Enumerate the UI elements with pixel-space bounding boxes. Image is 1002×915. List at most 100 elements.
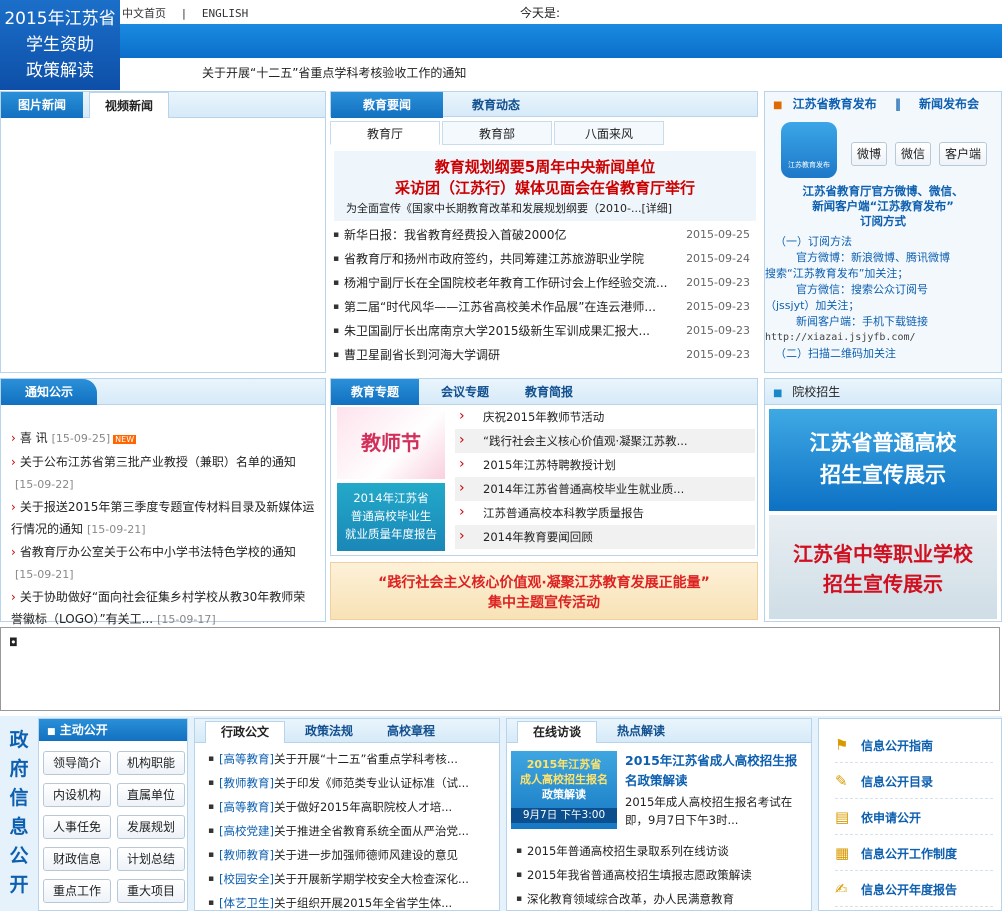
document-item[interactable]: [高等教育]关于做好2015年高职院校人才培... bbox=[205, 795, 499, 819]
document-title[interactable]: 关于印发《师范类专业认证标准（试... bbox=[274, 776, 469, 790]
document-item[interactable]: [高等教育]关于开展“十二五”省重点学科考核... bbox=[205, 747, 499, 771]
notice-item[interactable]: › 喜 讯 [15-09-25] NEW bbox=[9, 427, 317, 451]
document-category[interactable]: [高等教育] bbox=[219, 752, 274, 766]
document-title[interactable]: 关于开展新学期学校安全大检查深化... bbox=[274, 872, 469, 886]
news-item[interactable]: 曹卫星副省长到河海大学调研 2015-09-23 bbox=[330, 343, 758, 367]
news-title[interactable]: 曹卫星副省长到河海大学调研 bbox=[344, 348, 500, 362]
guide-item[interactable]: ▦ 信息公开工作制度 bbox=[835, 835, 993, 871]
tab-admin-docs[interactable]: 行政公文 bbox=[205, 721, 285, 743]
interview-item[interactable]: 2015年我省普通高校招生填报志愿政策解读 bbox=[513, 863, 809, 887]
tab-picture-news[interactable]: 图片新闻 bbox=[1, 92, 83, 118]
notice-item[interactable]: › 关于报送2015年第三季度专题宣传材料目录及新媒体运行情况的通知 [15-09-… bbox=[9, 496, 317, 541]
tab-video-news[interactable]: 视频新闻 bbox=[89, 92, 169, 118]
info-button[interactable]: 内设机构 bbox=[43, 783, 111, 807]
home-link[interactable]: 中文首页 bbox=[122, 7, 166, 20]
wechat-button[interactable]: 微信 bbox=[895, 142, 931, 166]
news-item[interactable]: 朱卫国副厅长出席南京大学2015级新生军训成果汇报大... 2015-09-23 bbox=[330, 319, 758, 343]
info-button[interactable]: 计划总结 bbox=[117, 847, 185, 871]
guide-item[interactable]: ⚑ 信息公开指南 bbox=[835, 727, 993, 763]
info-button[interactable]: 重点工作 bbox=[43, 879, 111, 903]
headline-line[interactable]: 教育规划纲要5周年中央新闻单位 bbox=[334, 157, 756, 178]
topic-item[interactable]: “践行社会主义核心价值观·凝聚江苏教... bbox=[455, 429, 755, 453]
document-item[interactable]: [高校党建]关于推进全省教育系统全面从严治党... bbox=[205, 819, 499, 843]
teachers-day-image[interactable]: 教师节 bbox=[337, 407, 445, 479]
notice-item[interactable]: › 关于协助做好“面向社会征集乡村学校从教30年教师荣誉徽标（LOGO）”有关工.… bbox=[9, 586, 317, 631]
subtab-dept[interactable]: 教育厅 bbox=[330, 121, 440, 145]
news-title[interactable]: 杨湘宁副厅长在全国院校老年教育工作研讨会上作经验交流... bbox=[344, 276, 667, 290]
document-item[interactable]: [体艺卫生]关于组织开展2015年全省学生体... bbox=[205, 891, 499, 915]
tab-hot-topics[interactable]: 热点解读 bbox=[603, 719, 679, 743]
headline-line[interactable]: 采访团（江苏行）媒体见面会在省教育厅举行 bbox=[334, 178, 756, 199]
notice-title[interactable]: 喜 讯 bbox=[20, 431, 48, 445]
document-title[interactable]: 关于推进全省教育系统全面从严治党... bbox=[274, 824, 469, 838]
guide-label[interactable]: 信息公开指南 bbox=[861, 739, 933, 753]
theme-campaign-banner[interactable]: “践行社会主义核心价值观·凝聚江苏教育发展正能量” 集中主题宣传活动 bbox=[330, 562, 758, 620]
news-ticker[interactable]: 关于开展“十二五”省重点学科考核验收工作的通知 bbox=[202, 64, 466, 81]
document-item[interactable]: [教师教育]关于进一步加强师德师风建设的意见 bbox=[205, 843, 499, 867]
guide-label[interactable]: 信息公开工作制度 bbox=[861, 847, 957, 861]
news-title[interactable]: 第二届“时代风华——江苏省高校美术作品展”在连云港师... bbox=[344, 300, 656, 314]
info-button[interactable]: 机构职能 bbox=[117, 751, 185, 775]
guide-item[interactable]: ✎ 信息公开目录 bbox=[835, 763, 993, 799]
document-category[interactable]: [体艺卫生] bbox=[219, 896, 274, 910]
news-title[interactable]: 新华日报：我省教育经费投入首破2000亿 bbox=[344, 228, 567, 242]
info-button[interactable]: 发展规划 bbox=[117, 815, 185, 839]
info-button[interactable]: 财政信息 bbox=[43, 847, 111, 871]
interview-item[interactable]: 2015年普通高校招生录取系列在线访谈 bbox=[513, 839, 809, 863]
tab-bulletin[interactable]: 教育简报 bbox=[509, 379, 589, 405]
document-category[interactable]: [教师教育] bbox=[219, 776, 274, 790]
subtab-all[interactable]: 八面来风 bbox=[554, 121, 664, 145]
vocational-school-banner[interactable]: 江苏省中等职业学校 招生宣传展示 bbox=[769, 515, 997, 619]
news-item[interactable]: 杨湘宁副厅长在全国院校老年教育工作研讨会上作经验交流... 2015-09-23 bbox=[330, 271, 758, 295]
document-title[interactable]: 关于开展“十二五”省重点学科考核... bbox=[274, 752, 458, 766]
topic-item[interactable]: 2014年江苏省普通高校毕业生就业质... bbox=[455, 477, 755, 501]
document-item[interactable]: [校园安全]关于开展新学期学校安全大检查深化... bbox=[205, 867, 499, 891]
document-category[interactable]: [教师教育] bbox=[219, 848, 274, 862]
subtab-ministry[interactable]: 教育部 bbox=[442, 121, 552, 145]
news-item[interactable]: 第二届“时代风华——江苏省高校美术作品展”在连云港师... 2015-09-23 bbox=[330, 295, 758, 319]
tab-online-interview[interactable]: 在线访谈 bbox=[517, 721, 597, 743]
guide-label[interactable]: 依申请公开 bbox=[861, 811, 921, 825]
info-button[interactable]: 直属单位 bbox=[117, 783, 185, 807]
tab-education-dynamics[interactable]: 教育动态 bbox=[451, 92, 541, 118]
document-title[interactable]: 关于进一步加强师德师风建设的意见 bbox=[274, 848, 458, 862]
general-college-banner[interactable]: 江苏省普通高校 招生宣传展示 bbox=[769, 409, 997, 511]
interview-image[interactable]: 2015年江苏省 成人高校招生报名 政策解读 9月7日 下午3:00 bbox=[511, 751, 617, 829]
document-title[interactable]: 关于做好2015年高职院校人才培... bbox=[274, 800, 452, 814]
topic-item[interactable]: 江苏普通高校本科教学质量报告 bbox=[455, 501, 755, 525]
topic-item[interactable]: 2015年江苏特聘教授计划 bbox=[455, 453, 755, 477]
news-item[interactable]: 新华日报：我省教育经费投入首破2000亿 2015-09-25 bbox=[330, 223, 758, 247]
tab-press-conference[interactable]: 新闻发布会 bbox=[919, 97, 979, 111]
notice-title[interactable]: 关于公布江苏省第三批产业教授（兼职）名单的通知 bbox=[20, 455, 296, 469]
document-title[interactable]: 关于组织开展2015年全省学生体... bbox=[274, 896, 452, 910]
info-button[interactable]: 重大项目 bbox=[117, 879, 185, 903]
tab-topic[interactable]: 教育专题 bbox=[331, 379, 419, 405]
news-item[interactable]: 省教育厅和扬州市政府签约，共同筹建江苏旅游职业学院 2015-09-24 bbox=[330, 247, 758, 271]
app-button[interactable]: 客户端 bbox=[939, 142, 987, 166]
tab-meeting[interactable]: 会议专题 bbox=[425, 379, 505, 405]
employment-report-image[interactable]: 2014年江苏省 普通高校毕业生 就业质量年度报告 bbox=[337, 483, 445, 551]
tab-notice[interactable]: 通知公示 bbox=[1, 379, 97, 405]
document-category[interactable]: [高等教育] bbox=[219, 800, 274, 814]
info-button[interactable]: 人事任免 bbox=[43, 815, 111, 839]
guide-item[interactable]: ▤ 依申请公开 bbox=[835, 799, 993, 835]
topic-item[interactable]: 2014年教育要闻回顾 bbox=[455, 525, 755, 549]
document-category[interactable]: [高校党建] bbox=[219, 824, 274, 838]
weibo-button[interactable]: 微博 bbox=[851, 142, 887, 166]
tab-charter[interactable]: 高校章程 bbox=[373, 719, 449, 743]
detail-link[interactable]: [详细] bbox=[641, 202, 672, 215]
interview-title[interactable]: 2015年江苏省成人高校招生报名政策解读 bbox=[625, 751, 805, 791]
topic-item[interactable]: 庆祝2015年教师节活动 bbox=[455, 405, 755, 429]
notice-title[interactable]: 省教育厅办公室关于公布中小学书法特色学校的通知 bbox=[20, 545, 296, 559]
news-title[interactable]: 朱卫国副厅长出席南京大学2015级新生军训成果汇报大... bbox=[344, 324, 650, 338]
notice-item[interactable]: › 关于公布江苏省第三批产业教授（兼职）名单的通知 [15-09-22] bbox=[9, 451, 317, 496]
tab-jiangsu-release[interactable]: 江苏省教育发布 bbox=[793, 97, 877, 111]
english-link[interactable]: ENGLISH bbox=[202, 7, 248, 20]
interview-item[interactable]: 深化教育领域综合改革，办人民满意教育 bbox=[513, 887, 809, 911]
guide-label[interactable]: 信息公开目录 bbox=[861, 775, 933, 789]
guide-item[interactable]: ✍ 信息公开年度报告 bbox=[835, 871, 993, 907]
news-title[interactable]: 省教育厅和扬州市政府签约，共同筹建江苏旅游职业学院 bbox=[344, 252, 644, 266]
guide-label[interactable]: 信息公开年度报告 bbox=[861, 883, 957, 897]
notice-title[interactable]: 关于报送2015年第三季度专题宣传材料目录及新媒体运行情况的通知 bbox=[11, 500, 314, 536]
tab-education-news[interactable]: 教育要闻 bbox=[331, 92, 443, 118]
